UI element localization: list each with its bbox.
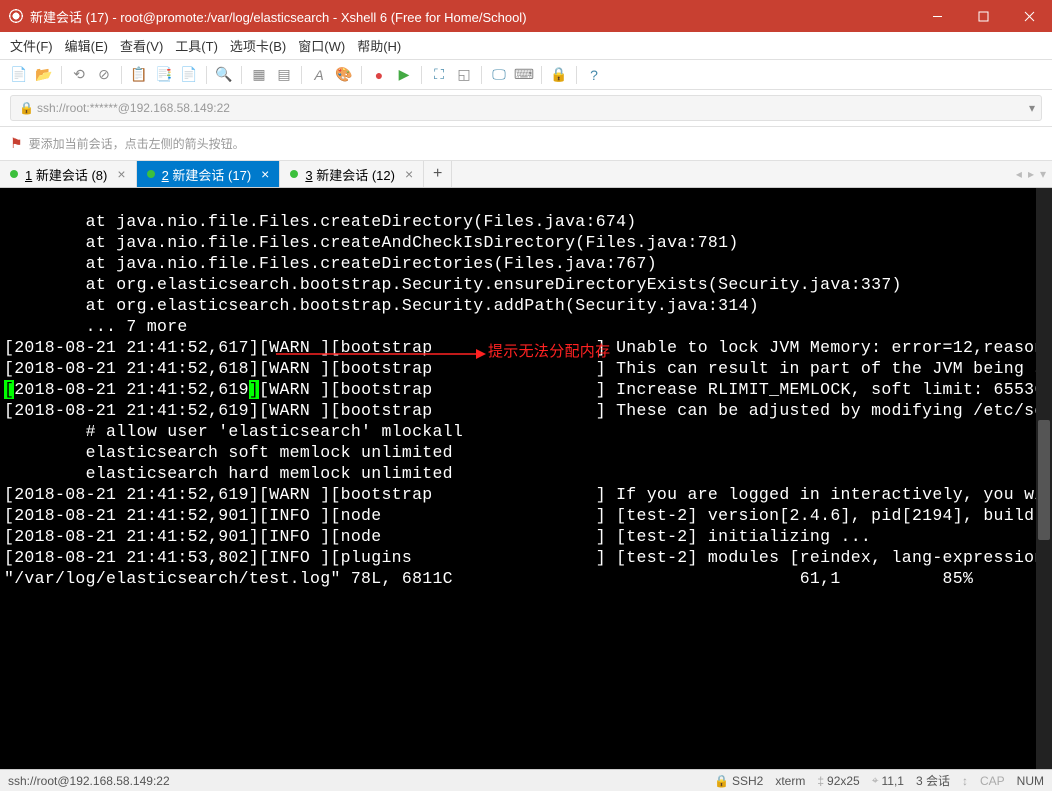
maximize-button[interactable] [960,0,1006,32]
separator [241,66,242,84]
play-icon[interactable]: ▶ [393,64,415,86]
menu-edit[interactable]: 编辑(E) [65,36,108,55]
tab-label: 1 新建会话 (8) [25,165,107,184]
menu-view[interactable]: 查看(V) [120,36,163,55]
close-button[interactable] [1006,0,1052,32]
tab-label: 2 新建会话 (17) [162,165,252,184]
status-term: xterm [775,774,805,788]
close-tab-icon[interactable]: × [261,166,269,182]
menu-window[interactable]: 窗口(W) [298,36,345,55]
font-icon[interactable]: A [308,64,330,86]
copy-icon[interactable]: 📑 [153,64,175,86]
terminal-scrollbar[interactable] [1036,188,1052,769]
tab-2[interactable]: 2 新建会话 (17) × [137,161,281,187]
menu-tools[interactable]: 工具(T) [175,36,218,55]
menubar: 文件(F) 编辑(E) 查看(V) 工具(T) 选项卡(B) 窗口(W) 帮助(… [0,32,1052,60]
open-icon[interactable]: 📂 [33,64,55,86]
layout2-icon[interactable]: ▤ [273,64,295,86]
new-session-icon[interactable]: 📄 [8,64,30,86]
separator [301,66,302,84]
statusbar: ssh://root@192.168.58.149:22 🔒SSH2 xterm… [0,769,1052,791]
status-pos: ⌖ 11,1 [872,773,904,788]
layout1-icon[interactable]: ▦ [248,64,270,86]
scrollbar-thumb[interactable] [1038,420,1050,540]
status-dot-icon [10,170,18,178]
ruler-icon: ‡ [817,774,824,788]
addressbar: 🔒 ssh://root:******@192.168.58.149:22 ▾ [0,90,1052,127]
app-icon [8,8,24,24]
separator [121,66,122,84]
cursor-icon: ⌖ [872,773,879,788]
add-tab-button[interactable]: + [424,161,452,187]
ssh-lock-icon: 🔒 [19,101,32,115]
separator [361,66,362,84]
paste-icon[interactable]: 📄 [178,64,200,86]
minimize-button[interactable] [914,0,960,32]
keyboard-icon[interactable]: ⌨ [513,64,535,86]
window-title: 新建会话 (17) - root@promote:/var/log/elasti… [30,7,914,26]
help-icon[interactable]: ? [583,64,605,86]
titlebar: 新建会话 (17) - root@promote:/var/log/elasti… [0,0,1052,32]
reconnect-icon[interactable]: ⟲ [68,64,90,86]
terminal-content: at java.nio.file.Files.createDirectory(F… [4,211,1048,589]
tabbar: 1 新建会话 (8) × 2 新建会话 (17) × 3 新建会话 (12) ×… [0,161,1052,188]
tab-next-icon[interactable]: ▸ [1028,167,1034,181]
toolbar: 📄 📂 ⟲ ⊘ 📋 📑 📄 🔍 ▦ ▤ A 🎨 ● ▶ ⛶ ◱ 🖵 ⌨ 🔒 ? [0,60,1052,90]
address-input[interactable]: 🔒 ssh://root:******@192.168.58.149:22 ▾ [10,95,1042,121]
separator [206,66,207,84]
menu-tabs[interactable]: 选项卡(B) [230,36,286,55]
tab-menu-icon[interactable]: ▾ [1040,167,1046,181]
tab-1[interactable]: 1 新建会话 (8) × [0,161,137,187]
separator [421,66,422,84]
disconnect-icon[interactable]: ⊘ [93,64,115,86]
screen-icon[interactable]: 🖵 [488,64,510,86]
separator [541,66,542,84]
tab-scroll-arrows: ◂ ▸ ▾ [1010,161,1052,187]
status-dot-icon [290,170,298,178]
status-connection: ssh://root@192.168.58.149:22 [8,774,170,788]
tab-prev-icon[interactable]: ◂ [1016,167,1022,181]
record-icon[interactable]: ● [368,64,390,86]
close-tab-icon[interactable]: × [117,166,125,182]
status-dot-icon [147,170,155,178]
tab-3[interactable]: 3 新建会话 (12) × [280,161,424,187]
properties-icon[interactable]: 📋 [128,64,150,86]
color-icon[interactable]: 🎨 [333,64,355,86]
window-buttons [914,0,1052,32]
status-size: ‡ 92x25 [817,774,859,788]
separator [576,66,577,84]
find-icon[interactable]: 🔍 [213,64,235,86]
close-tab-icon[interactable]: × [405,166,413,182]
status-sessions: 3 会话 [916,772,950,789]
hintbar: ⚑ 要添加当前会话，点击左侧的箭头按钮。 [0,127,1052,161]
status-ssh: 🔒SSH2 [714,774,763,788]
separator [61,66,62,84]
status-updown-icon: ↕ [962,774,968,788]
tab-label: 3 新建会话 (12) [305,165,395,184]
lock-icon: 🔒 [714,774,729,788]
lock-icon[interactable]: 🔒 [548,64,570,86]
separator [481,66,482,84]
transparent-icon[interactable]: ◱ [453,64,475,86]
hint-text: 要添加当前会话，点击左侧的箭头按钮。 [29,135,245,152]
status-num: NUM [1017,774,1044,788]
fullscreen-icon[interactable]: ⛶ [428,64,450,86]
status-cap: CAP [980,774,1005,788]
menu-help[interactable]: 帮助(H) [357,36,401,55]
menu-file[interactable]: 文件(F) [10,36,53,55]
terminal[interactable]: at java.nio.file.Files.createDirectory(F… [0,188,1052,769]
dropdown-icon[interactable]: ▾ [1029,101,1035,115]
flag-icon: ⚑ [10,135,23,152]
address-text: ssh://root:******@192.168.58.149:22 [37,101,230,115]
